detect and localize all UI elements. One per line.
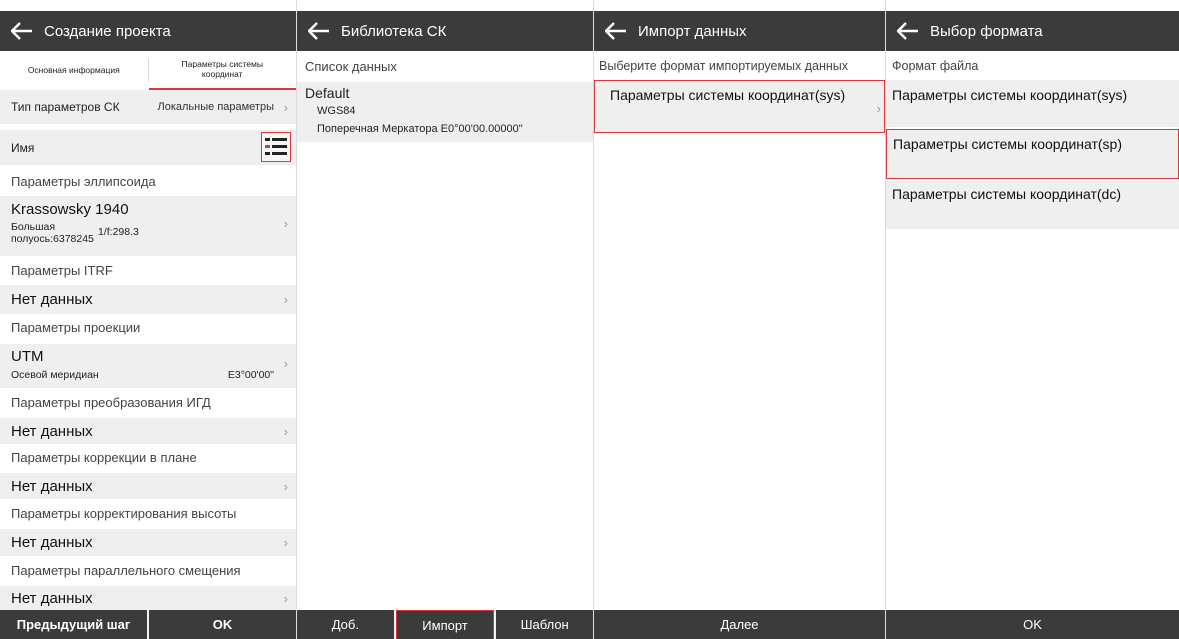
- flattening: 1/f:298.3: [98, 226, 139, 238]
- chevron-right-icon: ›: [283, 216, 288, 231]
- bottom-bar: Далее: [594, 610, 885, 639]
- chevron-right-icon: ›: [283, 478, 288, 494]
- height-row[interactable]: Нет данных ›: [0, 529, 296, 556]
- option-label: Параметры системы координат(sys): [610, 87, 846, 103]
- chevron-right-icon: ›: [283, 535, 288, 550]
- height-value: Нет данных: [11, 534, 93, 551]
- section-datum: Параметры преобразования ИГД: [11, 395, 211, 410]
- chevron-right-icon: ›: [283, 590, 288, 606]
- format-option-dc[interactable]: Параметры системы координат(dc): [886, 181, 1179, 229]
- file-format-label: Формат файла: [892, 59, 979, 73]
- ok-button[interactable]: OK: [149, 610, 296, 639]
- format-option-sys[interactable]: Параметры системы координат(sys): [886, 80, 1179, 127]
- plane-row[interactable]: Нет данных ›: [0, 473, 296, 499]
- next-button[interactable]: Далее: [594, 610, 885, 639]
- add-button[interactable]: Доб.: [297, 610, 394, 639]
- option-label: Параметры системы координат(sp): [893, 136, 1122, 152]
- list-item-default[interactable]: Default WGS84 Поперечная Меркатора E0°00…: [297, 82, 593, 142]
- meridian-label: Осевой меридиан: [11, 369, 99, 381]
- cs-type-label: Тип параметров СК: [11, 100, 120, 114]
- plane-value: Нет данных: [11, 477, 93, 495]
- back-arrow-icon[interactable]: [886, 11, 930, 51]
- page-title: Создание проекта: [44, 22, 171, 40]
- projection-row[interactable]: UTM Осевой меридиан E3°00'00" ›: [0, 344, 296, 388]
- item-name: Default: [305, 85, 350, 101]
- page-title: Импорт данных: [638, 22, 747, 40]
- ellipsoid-name: Krassowsky 1940: [11, 201, 129, 218]
- section-plane: Параметры коррекции в плане: [11, 450, 197, 465]
- cs-type-row[interactable]: Тип параметров СК Локальные параметры ›: [0, 90, 296, 124]
- section-projection: Параметры проекции: [11, 320, 141, 335]
- cs-type-value: Локальные параметры: [157, 101, 275, 113]
- item-datum: WGS84: [317, 105, 356, 117]
- shift-value: Нет данных: [11, 589, 93, 607]
- bottom-bar: Предыдущий шаг OK: [0, 610, 296, 639]
- top-bar: Выбор формата: [886, 11, 1179, 51]
- option-label: Параметры системы координат(sys): [892, 87, 1128, 103]
- prev-step-button[interactable]: Предыдущий шаг: [0, 610, 147, 639]
- option-label: Параметры системы координат(dc): [892, 186, 1121, 202]
- section-height: Параметры корректирования высоты: [11, 505, 237, 521]
- back-arrow-icon[interactable]: [0, 11, 44, 51]
- import-button[interactable]: Импорт: [395, 610, 495, 639]
- screen-select-format: Выбор формата Формат файла Параметры сис…: [885, 0, 1179, 639]
- itrf-row[interactable]: Нет данных ›: [0, 285, 296, 314]
- shift-row[interactable]: Нет данных ›: [0, 586, 296, 610]
- page-title: Выбор формата: [930, 22, 1043, 40]
- tab-cs-params[interactable]: Параметры системы координат: [148, 51, 296, 90]
- itrf-value: Нет данных: [11, 291, 93, 308]
- ellipsoid-row[interactable]: Krassowsky 1940 Большая полуось:6378245 …: [0, 196, 296, 256]
- datum-value: Нет данных: [11, 422, 93, 440]
- chevron-right-icon: ›: [283, 423, 288, 439]
- screen-import-data: Импорт данных Выберите формат импортируе…: [593, 0, 885, 639]
- back-arrow-icon[interactable]: [594, 11, 638, 51]
- meridian-value: E3°00'00": [227, 369, 274, 381]
- top-bar: Библиотека СК: [297, 11, 593, 51]
- ok-button[interactable]: OK: [886, 610, 1179, 639]
- chevron-right-icon: ›: [283, 292, 288, 307]
- chevron-right-icon: ›: [876, 101, 881, 116]
- name-label: Имя: [11, 140, 35, 155]
- projection-name: UTM: [11, 348, 44, 365]
- format-option-sys[interactable]: Параметры системы координат(sys) ›: [594, 80, 885, 133]
- top-bar: Импорт данных: [594, 11, 885, 51]
- screen-create-project: Создание проекта Основная информация Пар…: [0, 0, 296, 639]
- datum-row[interactable]: Нет данных ›: [0, 418, 296, 444]
- section-itrf: Параметры ITRF: [11, 262, 113, 278]
- section-shift: Параметры параллельного смещения: [11, 563, 241, 578]
- top-bar: Создание проекта: [0, 11, 296, 51]
- item-projection: Поперечная Меркатора E0°00'00.00000": [317, 123, 523, 135]
- back-arrow-icon[interactable]: [297, 11, 341, 51]
- list-label: Список данных: [305, 58, 397, 74]
- chevron-right-icon: ›: [283, 99, 288, 115]
- bottom-bar: Доб. Импорт Шаблон: [297, 610, 593, 639]
- bottom-bar: OK: [886, 610, 1179, 639]
- format-prompt: Выберите формат импортируемых данных: [599, 59, 849, 73]
- name-row: Имя: [0, 130, 296, 165]
- tab-bar: Основная информация Параметры системы ко…: [0, 51, 296, 90]
- section-ellipsoid: Параметры эллипсоида: [11, 173, 156, 189]
- list-menu-icon[interactable]: [261, 132, 291, 162]
- template-button[interactable]: Шаблон: [496, 610, 593, 639]
- chevron-right-icon: ›: [283, 356, 288, 371]
- semi-major-axis: Большая полуось:6378245: [11, 221, 94, 245]
- screen-cs-library: Библиотека СК Список данных Default WGS8…: [296, 0, 593, 639]
- page-title: Библиотека СК: [341, 22, 447, 40]
- tab-basic-info[interactable]: Основная информация: [0, 51, 148, 90]
- format-option-sp[interactable]: Параметры системы координат(sp): [886, 129, 1179, 179]
